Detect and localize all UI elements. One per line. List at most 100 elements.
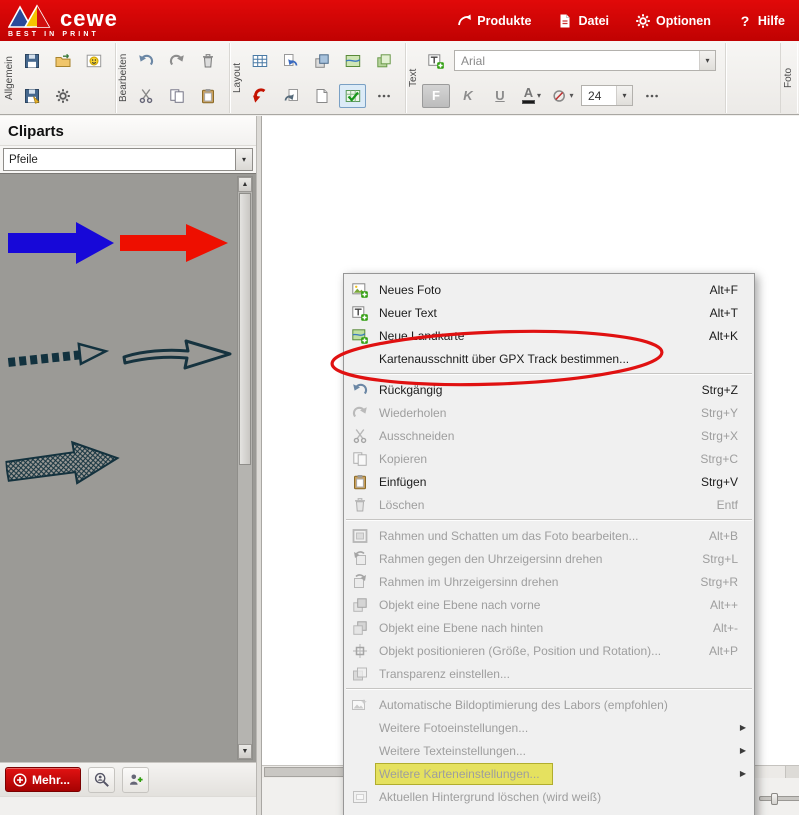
- chevron-down-icon[interactable]: ▾: [235, 149, 252, 170]
- font-family-select[interactable]: Arial ▾: [454, 50, 716, 71]
- cewe-logo: cewe BEST IN PRINT: [8, 4, 118, 38]
- menu-item-neues-foto[interactable]: Neues FotoAlt+F: [344, 278, 754, 301]
- underline-button[interactable]: U: [486, 84, 514, 108]
- position-icon: [352, 643, 368, 659]
- menu-item-label: Rahmen im Uhrzeigersinn drehen: [379, 575, 558, 589]
- menu-separator: [346, 688, 752, 690]
- clipart-red-arrow[interactable]: [120, 224, 228, 265]
- hscrollbar-thumb[interactable]: [264, 767, 350, 777]
- redo-button[interactable]: [163, 49, 190, 73]
- scrollbar-thumb[interactable]: [239, 193, 251, 465]
- chevron-down-icon[interactable]: ▾: [699, 51, 715, 70]
- chevron-down-icon[interactable]: ▾: [616, 86, 632, 105]
- menu-item-loschen[interactable]: LöschenEntf: [344, 493, 754, 516]
- delete-button[interactable]: [194, 49, 221, 73]
- export-button[interactable]: [49, 49, 76, 73]
- bold-button[interactable]: F: [422, 84, 450, 108]
- snap-grid-button[interactable]: [339, 84, 366, 108]
- font-color-button[interactable]: A ▾: [518, 84, 545, 108]
- more-cliparts-icon: [12, 772, 28, 788]
- zoom-slider[interactable]: [759, 796, 799, 801]
- menu-item-ausschneiden[interactable]: AusschneidenStrg+X: [344, 424, 754, 447]
- menu-item-weitere-karteneinstellungen[interactable]: Weitere Karteneinstellungen...▶: [344, 762, 754, 785]
- sidebar-bottom-strip: [0, 796, 256, 815]
- header-menu-produkte[interactable]: Produkte: [456, 13, 531, 29]
- menu-separator: [346, 519, 752, 521]
- font-size-select[interactable]: 24 ▾: [581, 85, 633, 106]
- menu-item-objekt-eine-ebene-nach-vorne[interactable]: Objekt eine Ebene nach vorneAlt++: [344, 593, 754, 616]
- rotate-page-left-button[interactable]: [277, 49, 304, 73]
- menu-item-label: Automatische Bildoptimierung des Labors …: [379, 698, 668, 712]
- menu-item-label: Löschen: [379, 498, 424, 512]
- undo-layout-button[interactable]: [246, 84, 273, 108]
- menu-item-neuer-text[interactable]: Neuer TextAlt+T: [344, 301, 754, 324]
- menu-item-rahmen-gegen-den-uhrzeigersinn-drehen[interactable]: Rahmen gegen den Uhrzeigersinn drehenStr…: [344, 547, 754, 570]
- search-own-cliparts-button[interactable]: [88, 767, 115, 793]
- cliparts-footer: Mehr...: [0, 762, 256, 796]
- menu-item-neue-landkarte[interactable]: Neue Landkarte Alt+K: [344, 324, 754, 347]
- italic-button[interactable]: K: [454, 84, 482, 108]
- cliparts-scrollbar[interactable]: ▲ ▼: [237, 176, 253, 760]
- menu-item-kopieren[interactable]: KopierenStrg+C: [344, 447, 754, 470]
- new-text-icon: [352, 305, 368, 321]
- layout-more-button[interactable]: [370, 84, 397, 108]
- add-cliparts-button[interactable]: [122, 767, 149, 793]
- menu-item-label: Einfügen: [379, 475, 426, 489]
- menu-item-rahmen-im-uhrzeigersinn-drehen[interactable]: Rahmen im Uhrzeigersinn drehenStrg+R: [344, 570, 754, 593]
- menu-item-shortcut: Alt+F: [692, 283, 738, 297]
- menu-item-ruckgangig[interactable]: RückgängigStrg+Z: [344, 378, 754, 401]
- frame-icon: [352, 528, 368, 544]
- cut-button[interactable]: [132, 84, 159, 108]
- scroll-up-icon[interactable]: ▲: [238, 177, 252, 192]
- dots-icon: [644, 88, 660, 104]
- grid-button[interactable]: [246, 49, 273, 73]
- page-layout-button[interactable]: [308, 84, 335, 108]
- menu-item-shortcut: Strg+V: [683, 475, 738, 489]
- menu-item-shortcut: Alt+K: [691, 329, 738, 343]
- new-text-button[interactable]: [422, 49, 449, 73]
- my-photos-button[interactable]: [80, 49, 107, 73]
- menu-item-weitere-fotoeinstellungen[interactable]: Weitere Fotoeinstellungen...▶: [344, 716, 754, 739]
- copy-button[interactable]: [163, 84, 190, 108]
- clipart-category-select[interactable]: Pfeile ▾: [3, 148, 253, 171]
- clipart-sketch-arrow[interactable]: [4, 332, 115, 380]
- header-menu-hilfe[interactable]: ?Hilfe: [737, 13, 785, 29]
- header-menu-datei[interactable]: Datei: [557, 13, 609, 29]
- layers-button[interactable]: [370, 49, 397, 73]
- menu-item-label: Objekt positionieren (Größe, Position un…: [379, 644, 661, 658]
- header-menu-optionen[interactable]: Optionen: [635, 13, 711, 29]
- save-as-button[interactable]: [18, 84, 45, 108]
- menu-item-kartenausschnitt-uber-gpx-track-bestimmen[interactable]: Kartenausschnitt über GPX Track bestimme…: [344, 347, 754, 370]
- undo-button[interactable]: [132, 49, 159, 73]
- menu-item-aktuellen-hintergrund-loschen-wird-weiss[interactable]: Aktuellen Hintergrund löschen (wird weiß…: [344, 785, 754, 808]
- rotate-page-right-button[interactable]: [277, 84, 304, 108]
- insert-map-button[interactable]: [339, 49, 366, 73]
- menu-item-wiederholen[interactable]: WiederholenStrg+Y: [344, 401, 754, 424]
- menu-item-objekt-eine-ebene-nach-hinten[interactable]: Objekt eine Ebene nach hintenAlt+-: [344, 616, 754, 639]
- more-cliparts-button[interactable]: Mehr...: [5, 767, 81, 792]
- scroll-down-icon[interactable]: ▼: [238, 744, 252, 759]
- cliparts-panel: Cliparts Pfeile ▾: [0, 116, 256, 815]
- menu-item-weitere-texteinstellungen[interactable]: Weitere Texteinstellungen...▶: [344, 739, 754, 762]
- settings-button[interactable]: [49, 84, 76, 108]
- fill-color-button[interactable]: ▾: [549, 84, 576, 108]
- bring-forward-button[interactable]: [308, 49, 335, 73]
- clipart-outline-arrow[interactable]: [122, 332, 236, 379]
- clipart-crosshatch-arrow[interactable]: [4, 436, 122, 499]
- cewe-triangles-icon: [8, 4, 54, 28]
- menu-item-transparenz-einstellen[interactable]: Transparenz einstellen...: [344, 662, 754, 685]
- brand-name: cewe: [60, 9, 118, 28]
- paste-button[interactable]: [194, 84, 221, 108]
- header-menu-label: Hilfe: [758, 14, 785, 28]
- zoom-slider-thumb[interactable]: [771, 793, 778, 805]
- save-button[interactable]: [18, 49, 45, 73]
- menu-item-rahmen-und-schatten-um-das-foto-bearbeiten[interactable]: Rahmen und Schatten um das Foto bearbeit…: [344, 524, 754, 547]
- menu-item-objekt-positionieren-grosse-position-und-rotatio[interactable]: Objekt positionieren (Größe, Position un…: [344, 639, 754, 662]
- menu-item-label: Neue Landkarte: [379, 329, 464, 343]
- clipart-blue-arrow[interactable]: [8, 220, 114, 269]
- new-photo-icon: [352, 282, 368, 298]
- menu-item-einfugen[interactable]: Einfügen Strg+V: [344, 470, 754, 493]
- text-more-button[interactable]: [638, 84, 665, 108]
- menu-item-automatische-bildoptimierung-des-labors-empfohle[interactable]: Automatische Bildoptimierung des Labors …: [344, 693, 754, 716]
- toolbar-section-foto: Foto: [780, 43, 797, 113]
